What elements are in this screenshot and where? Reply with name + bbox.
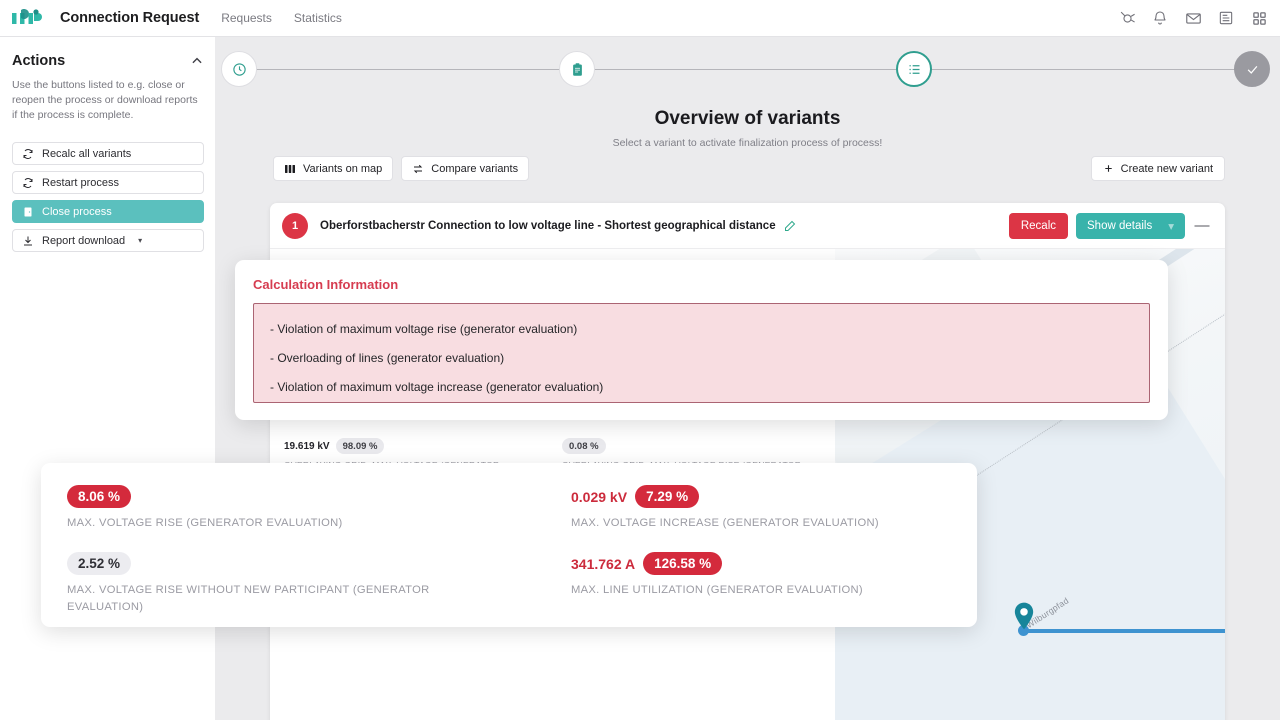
toolbar-label: Compare variants: [431, 162, 519, 175]
chevron-up-icon[interactable]: [190, 54, 204, 68]
logo-igp[interactable]: [12, 9, 46, 27]
recalc-button[interactable]: Recalc: [1008, 212, 1068, 239]
clock-icon: [232, 62, 246, 76]
show-details-label: Show details: [1087, 219, 1153, 232]
map-icon: [285, 164, 295, 173]
check-icon: [1247, 65, 1257, 74]
metric-label: MAX. VOLTAGE RISE (GENERATOR EVALUATION): [67, 517, 343, 529]
metric-pill: 2.52 %: [67, 552, 132, 575]
step-list[interactable]: [896, 51, 932, 87]
metric-item: 2.52 % MAX. VOLTAGE RISE WITHOUT NEW PAR…: [67, 552, 571, 616]
recalc-all-variants-button[interactable]: Recalc all variants: [12, 142, 204, 165]
door-icon: [24, 207, 32, 216]
variant-number-badge: 1: [282, 212, 308, 239]
show-details-button[interactable]: Show details ▾: [1076, 212, 1185, 239]
compare-icon: [414, 164, 423, 173]
metric-value: 341.762 A 126.58 %: [571, 552, 971, 575]
compare-variants-button[interactable]: Compare variants: [401, 156, 530, 181]
sidebar-button-label: Recalc all variants: [42, 147, 132, 160]
overview-subtitle: Select a variant to activate finalizatio…: [612, 137, 883, 149]
nav-icon-group: [1118, 9, 1268, 27]
map-pin-icon[interactable]: [1014, 602, 1034, 630]
metric-pill: 7.29 %: [635, 485, 700, 508]
metric-label: MAX. VOLTAGE RISE WITHOUT NEW PARTICIPAN…: [67, 584, 430, 613]
step-clock[interactable]: [221, 51, 257, 87]
variant-header-actions: Recalc Show details ▾ —: [1008, 212, 1211, 239]
sidebar-title: Actions: [12, 53, 66, 69]
metrics-grid: 8.06 % MAX. VOLTAGE RISE (GENERATOR EVAL…: [67, 485, 951, 616]
download-icon: [24, 236, 32, 245]
support-icon[interactable]: [1118, 9, 1136, 27]
metric-pill: 8.06 %: [67, 485, 132, 508]
stepper-line: [255, 69, 1240, 70]
top-navbar: Connection Request Requests Statistics: [0, 0, 1280, 37]
toolbar-label: Variants on map: [303, 162, 383, 175]
calculation-line: - Violation of maximum voltage rise (gen…: [270, 322, 578, 336]
calculation-information-body: - Violation of maximum voltage rise (gen…: [253, 303, 1150, 403]
grid-apps-icon[interactable]: [1250, 9, 1268, 27]
report-download-button[interactable]: Report download ▾: [12, 229, 204, 252]
sidebar-header[interactable]: Actions: [12, 53, 204, 69]
nav-links: Requests Statistics: [221, 11, 342, 25]
clipboard-icon: [572, 62, 582, 76]
metric-pill: 126.58 %: [643, 552, 723, 575]
refresh-icon: [23, 177, 33, 188]
metric-item: 341.762 A 126.58 % MAX. LINE UTILIZATION…: [571, 552, 971, 616]
pencil-icon[interactable]: [784, 220, 796, 232]
process-stepper: [215, 43, 1280, 95]
metric-unit: 0.029 kV: [571, 488, 628, 505]
create-new-variant-button[interactable]: Create new variant: [1090, 156, 1225, 181]
page-title: Connection Request: [60, 10, 200, 26]
metric-label: MAX. LINE UTILIZATION (GENERATOR EVALUAT…: [571, 584, 863, 596]
collapse-variant-button[interactable]: —: [1193, 217, 1211, 234]
variant-name: Oberforstbacherstr Connection to low vol…: [320, 219, 776, 232]
stat-value: 19.619 kV 98.09 %: [284, 438, 562, 454]
step-clipboard[interactable]: [559, 51, 595, 87]
plus-icon: [1104, 165, 1112, 172]
chevron-down-icon[interactable]: ▾: [138, 236, 142, 245]
mail-icon[interactable]: [1184, 9, 1202, 27]
sidebar-description: Use the buttons listed to e.g. close or …: [12, 79, 198, 121]
create-button-label: Create new variant: [1120, 162, 1213, 175]
variant-header: 1 Oberforstbacherstr Connection to low v…: [270, 203, 1225, 249]
document-icon[interactable]: [1217, 9, 1235, 27]
calculation-line: - Violation of maximum voltage increase …: [270, 380, 604, 394]
calculation-information-title: Calculation Information: [253, 277, 399, 292]
calculation-line: - Overloading of lines (generator evalua…: [270, 351, 505, 365]
metrics-popup: 8.06 % MAX. VOLTAGE RISE (GENERATOR EVAL…: [41, 463, 977, 627]
metric-value: 8.06 %: [67, 485, 571, 508]
logo-icon: [12, 9, 42, 24]
refresh-icon: [23, 148, 33, 159]
stat-pill: 98.09 %: [335, 438, 385, 454]
sidebar-button-label: Report download: [42, 234, 126, 247]
sidebar-button-label: Close process: [42, 205, 112, 218]
chevron-down-icon[interactable]: ▾: [1168, 219, 1174, 233]
metric-value: 0.029 kV 7.29 %: [571, 485, 971, 508]
variants-toolbar: Variants on map Compare variants: [273, 156, 530, 181]
metric-unit: 341.762 A: [571, 555, 636, 572]
restart-process-button[interactable]: Restart process: [12, 171, 204, 194]
close-process-button[interactable]: Close process: [12, 200, 204, 223]
stat-unit: 19.619 kV: [284, 440, 330, 452]
overview-title: Overview of variants: [654, 108, 841, 129]
map-connection-line: [1023, 629, 1225, 633]
bell-icon[interactable]: [1151, 9, 1169, 27]
nav-link-requests[interactable]: Requests: [221, 11, 272, 25]
metric-item: 8.06 % MAX. VOLTAGE RISE (GENERATOR EVAL…: [67, 485, 571, 532]
sidebar-button-label: Restart process: [42, 176, 120, 189]
calculation-information-popup: Calculation Information - Violation of m…: [235, 260, 1168, 420]
metric-label: MAX. VOLTAGE INCREASE (GENERATOR EVALUAT…: [571, 517, 879, 529]
list-icon: [909, 64, 919, 74]
app-root: Connection Request Requests Statistics A…: [0, 0, 1280, 720]
stat-value: 0.08 %: [562, 438, 840, 454]
variants-on-map-button[interactable]: Variants on map: [273, 156, 394, 181]
metric-item: 0.029 kV 7.29 % MAX. VOLTAGE INCREASE (G…: [571, 485, 971, 532]
stat-pill: 0.08 %: [562, 438, 606, 454]
step-check[interactable]: [1234, 51, 1270, 87]
sidebar-actions: Recalc all variants Restart process Clos…: [12, 142, 204, 252]
metric-value: 2.52 %: [67, 552, 571, 575]
nav-link-statistics[interactable]: Statistics: [294, 11, 342, 25]
